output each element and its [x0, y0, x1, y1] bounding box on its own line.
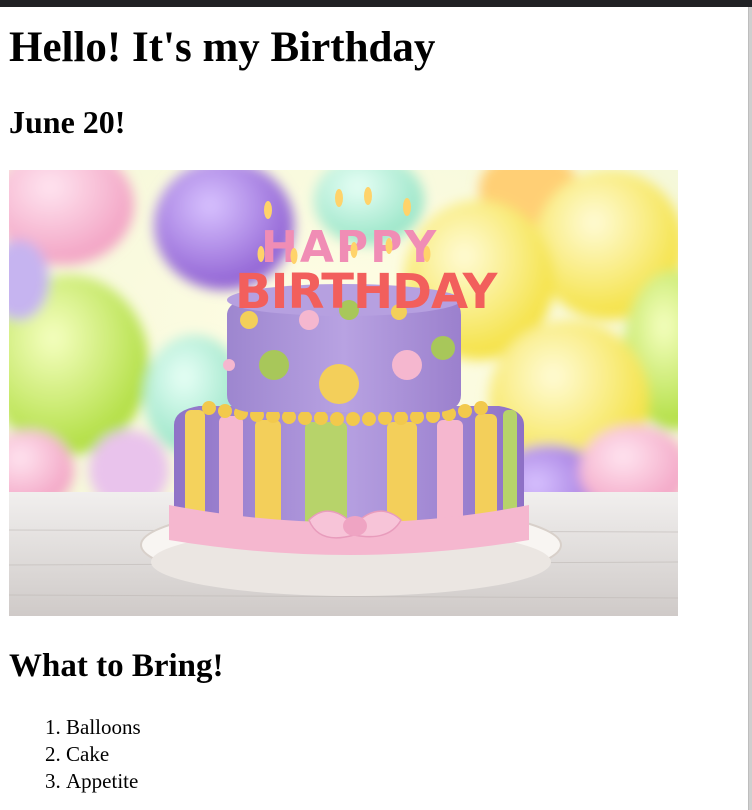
- birthday-cake-image: HAPPY BIRTHDAY: [9, 170, 678, 616]
- cake-candle-text: BIRTHDAY: [235, 264, 499, 320]
- bring-list: Balloons Cake Appetite: [9, 714, 141, 795]
- vertical-scrollbar[interactable]: [748, 7, 752, 810]
- list-item: Cake: [66, 741, 141, 768]
- list-item: Balloons: [66, 714, 141, 741]
- birthday-date: June 20!: [9, 104, 126, 140]
- list-item: Appetite: [66, 768, 141, 795]
- browser-top-bar: [0, 0, 752, 7]
- page-title: Hello! It's my Birthday: [9, 24, 436, 71]
- what-to-bring-heading: What to Bring!: [9, 648, 224, 684]
